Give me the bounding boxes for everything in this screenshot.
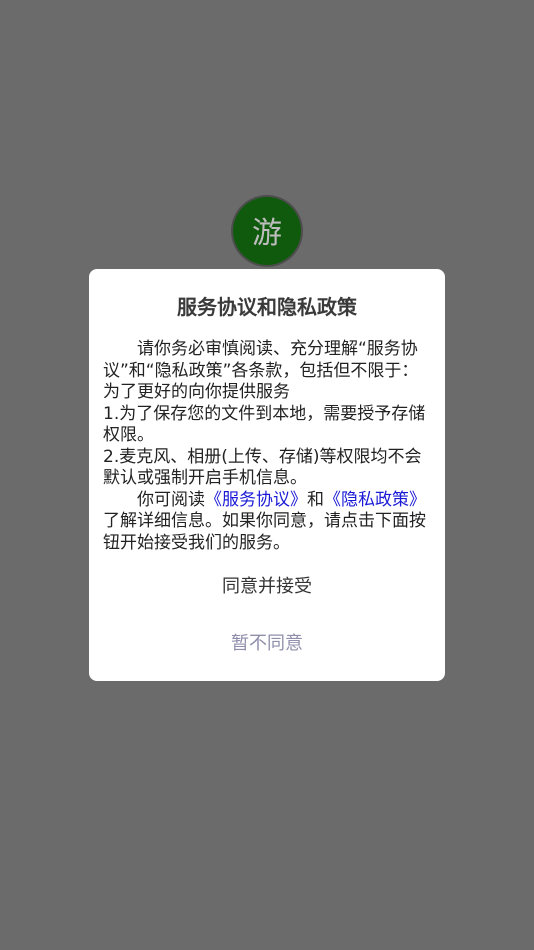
other-permissions-line: 2.麦克风、相册(上传、存储)等权限均不会默认或强制开启手机信息。 — [103, 446, 422, 489]
privacy-dialog: 服务协议和隐私政策 请你务必审慎阅读、充分理解“服务协议”和“隐私政策”各条款，… — [89, 269, 445, 681]
read-prefix: 你可阅读 — [137, 489, 205, 510]
storage-permission-line: 1.为了保存您的文件到本地，需要授予存储权限。 — [103, 403, 426, 446]
app-logo: 游 — [233, 197, 301, 265]
and-text: 和 — [307, 489, 324, 510]
dialog-body: 请你务必审慎阅读、充分理解“服务协议”和“隐私政策”各条款，包括但不限于：为了更… — [103, 339, 433, 554]
privacy-policy-link[interactable]: 《隐私政策》 — [324, 490, 426, 510]
dialog-title: 服务协议和隐私政策 — [177, 295, 357, 319]
read-paragraph: 你可阅读《服务协议》和《隐私政策》了解详细信息。如果你同意，请点击下面按钮开始接… — [103, 490, 433, 555]
app-logo-text: 游 — [252, 216, 282, 251]
read-suffix: 了解详细信息。如果你同意，请点击下面按钮开始接受我们的服务。 — [103, 511, 426, 553]
disagree-button[interactable]: 暂不同意 — [89, 629, 445, 659]
service-agreement-link[interactable]: 《服务协议》 — [205, 490, 307, 510]
agree-button[interactable]: 同意并接受 — [89, 572, 445, 602]
intro-paragraph: 请你务必审慎阅读、充分理解“服务协议”和“隐私政策”各条款，包括但不限于：为了更… — [103, 339, 433, 404]
intro-text: 请你务必审慎阅读、充分理解“服务协议”和“隐私政策”各条款，包括但不限于：为了更… — [103, 339, 419, 402]
